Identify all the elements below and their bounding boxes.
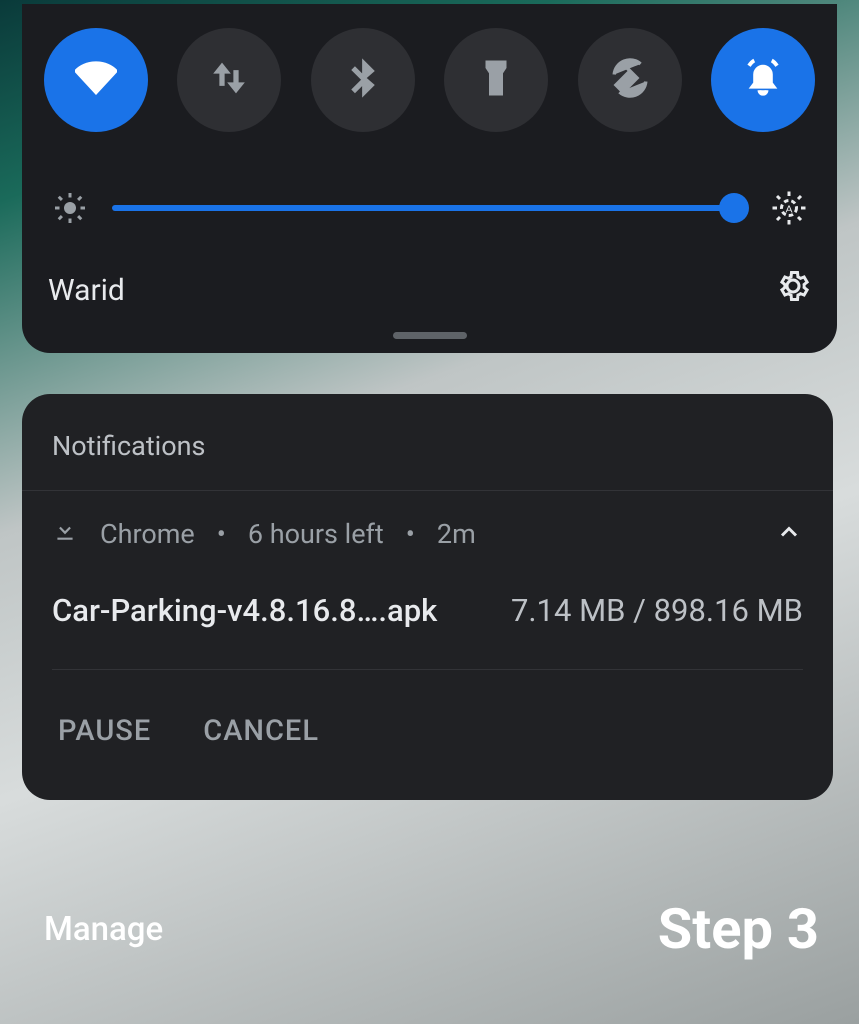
mobile-data-icon (208, 57, 250, 103)
mobile-data-toggle[interactable] (177, 28, 281, 132)
bluetooth-icon (342, 57, 384, 103)
collapse-button[interactable] (775, 518, 803, 550)
cancel-button[interactable]: CANCEL (203, 714, 319, 748)
bluetooth-toggle[interactable] (311, 28, 415, 132)
brightness-slider[interactable] (112, 194, 747, 222)
flashlight-icon (475, 57, 517, 103)
quick-toggles-row (42, 22, 817, 142)
auto-rotate-icon (609, 57, 651, 103)
notification-app-name: Chrome (100, 518, 195, 550)
auto-brightness-icon[interactable]: A (771, 190, 807, 226)
brightness-track (112, 205, 747, 211)
pause-button[interactable]: PAUSE (58, 714, 151, 748)
dnd-toggle[interactable] (711, 28, 815, 132)
footer-row: Manage Step 3 (44, 896, 819, 962)
notification-item[interactable]: Chrome • 6 hours left • 2m Car-Parking-v… (22, 491, 833, 800)
notification-time-left: 6 hours left (248, 518, 384, 550)
notifications-header: Notifications (22, 394, 833, 491)
notification-card: Notifications Chrome • 6 hours left • 2m… (22, 394, 833, 800)
carrier-row: Warid (42, 268, 817, 320)
notification-age: 2m (437, 518, 476, 550)
quick-settings-panel: A Warid (22, 4, 837, 353)
download-progress: 7.14 MB / 898.16 MB (511, 592, 803, 629)
step-overlay-text: Step 3 (658, 896, 819, 962)
bell-icon (742, 57, 784, 103)
panel-drag-handle[interactable] (393, 332, 467, 339)
wifi-toggle[interactable] (44, 28, 148, 132)
flashlight-toggle[interactable] (444, 28, 548, 132)
download-icon (52, 517, 78, 550)
wifi-icon (75, 57, 117, 103)
brightness-row: A (42, 142, 817, 268)
carrier-label: Warid (48, 273, 125, 308)
separator-dot: • (217, 518, 226, 550)
manage-button[interactable]: Manage (44, 910, 163, 949)
brightness-thumb[interactable] (719, 193, 749, 223)
download-filename: Car-Parking-v4.8.16.8….apk (52, 592, 437, 629)
svg-text:A: A (785, 204, 792, 216)
brightness-low-icon (52, 190, 88, 226)
separator-dot: • (406, 518, 415, 550)
auto-rotate-toggle[interactable] (578, 28, 682, 132)
settings-button[interactable] (775, 268, 811, 312)
